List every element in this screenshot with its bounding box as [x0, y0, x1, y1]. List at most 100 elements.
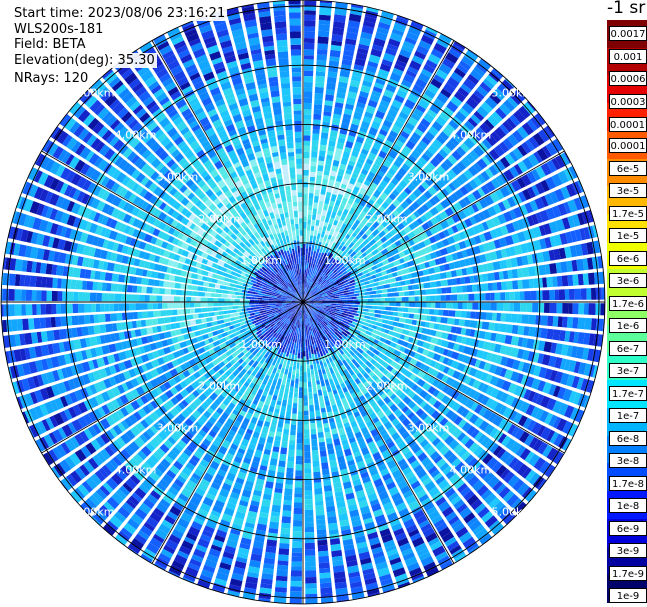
ray-gate	[325, 89, 335, 96]
ray-gate	[304, 542, 315, 550]
ray-gate	[509, 302, 514, 312]
ray-gate	[349, 294, 355, 297]
ray-gate	[246, 307, 252, 311]
ray-gate	[308, 198, 313, 206]
ray-gate	[319, 577, 332, 584]
ray-gate	[105, 313, 111, 322]
ray-gate	[392, 321, 399, 327]
ray-gate	[311, 439, 318, 447]
ray-gate	[336, 399, 343, 408]
ray-gate	[309, 404, 315, 412]
ray-gate	[227, 306, 233, 310]
ray-gate	[567, 274, 574, 286]
ray-gate	[381, 289, 388, 293]
ray-gate	[304, 38, 315, 44]
ray-gate	[528, 278, 534, 289]
ray-gate	[322, 390, 328, 397]
ray-gate	[371, 302, 378, 306]
ray-gate	[317, 544, 329, 552]
ray-gate	[318, 562, 330, 569]
ray-gate	[266, 305, 271, 308]
ray-gate	[325, 500, 335, 507]
ray-gate	[181, 315, 188, 321]
ray-gate	[298, 398, 303, 405]
ray-gate	[317, 36, 329, 44]
ray-gate	[192, 313, 199, 319]
ray-gate	[305, 549, 316, 556]
ray-gate	[304, 55, 314, 60]
ray-gate	[390, 277, 397, 283]
ray-gate	[303, 346, 306, 351]
ray-gate	[472, 302, 479, 310]
ray-gate	[160, 310, 167, 317]
ray-gate	[471, 284, 477, 292]
ray-gate	[433, 273, 441, 281]
ray-gate	[304, 536, 315, 544]
ray-gate	[552, 316, 559, 327]
ray-gate	[422, 269, 430, 276]
ray-gate	[303, 361, 307, 367]
ray-gate	[418, 296, 426, 302]
ray-gate	[303, 65, 314, 71]
ray-gate	[328, 391, 334, 400]
ray-gate	[163, 317, 171, 324]
ray-gate	[406, 273, 413, 279]
ray-gate	[372, 282, 379, 287]
ray-gate	[430, 295, 436, 301]
ray-gate	[533, 278, 539, 288]
ray-gate	[549, 263, 557, 274]
ray-gate	[308, 398, 314, 406]
ray-gate	[415, 302, 421, 308]
ray-gate	[317, 43, 328, 50]
ray-gate	[278, 389, 284, 398]
ray-gate	[286, 461, 294, 469]
ray-gate	[318, 14, 331, 21]
ray-gate	[584, 317, 592, 330]
ray-gate	[332, 298, 337, 301]
ray-gate	[206, 322, 213, 328]
ray-gate	[318, 200, 324, 206]
ray-gate	[331, 117, 341, 126]
ray-gate	[292, 349, 296, 355]
ray-gate	[288, 444, 295, 451]
ray-gate	[295, 373, 299, 379]
ray-gate	[395, 302, 401, 307]
ray-gate	[383, 284, 391, 289]
ray-gate	[287, 371, 292, 379]
ray-gate	[304, 490, 313, 496]
ray-gate	[326, 303, 332, 305]
ray-gate	[308, 251, 311, 256]
ray-gate	[313, 104, 323, 110]
ray-gate	[307, 255, 310, 263]
ray-gate	[259, 308, 265, 311]
ray-gate	[315, 185, 321, 191]
ray-gate	[294, 354, 298, 361]
ray-gate	[492, 261, 501, 271]
ray-gate	[435, 295, 441, 301]
ray-gate	[304, 458, 311, 464]
ray-gate	[328, 453, 336, 461]
ray-gate	[318, 155, 325, 162]
ray-gate	[110, 313, 118, 322]
ray-gate	[418, 283, 424, 289]
ray-gate	[315, 75, 325, 83]
ray-gate	[303, 135, 311, 141]
ray-gate	[328, 378, 334, 385]
ray-gate	[408, 266, 417, 273]
ray-gate	[321, 127, 330, 134]
ray-gate	[460, 310, 467, 318]
ray-gate	[289, 361, 294, 367]
ray-gate	[326, 238, 331, 244]
ray-gate	[526, 302, 533, 313]
ray-gate	[445, 325, 452, 333]
ray-gate	[292, 531, 303, 538]
ray-gate	[348, 311, 353, 315]
ray-gate	[319, 150, 326, 157]
ray-gate	[303, 102, 312, 110]
ray-gate	[445, 287, 452, 294]
ray-gate	[303, 337, 305, 342]
ray-gate	[318, 555, 330, 564]
ray-gate	[314, 399, 319, 405]
ray-gate	[263, 302, 269, 304]
ray-gate	[309, 235, 313, 241]
